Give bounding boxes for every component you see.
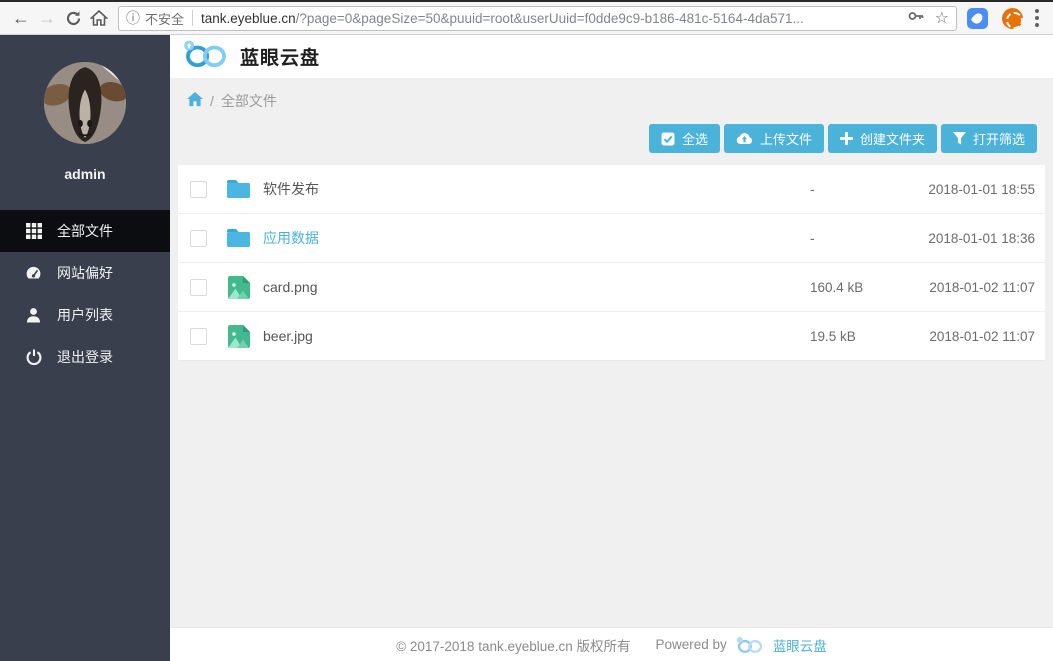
- file-name[interactable]: 软件发布: [263, 179, 810, 199]
- grid-icon: [25, 223, 42, 239]
- button-label: 创建文件夹: [860, 129, 925, 148]
- breadcrumb: / 全部文件: [170, 78, 1053, 111]
- security-label[interactable]: 不安全: [145, 9, 184, 28]
- dashboard-icon: [25, 265, 42, 282]
- reload-icon[interactable]: [60, 5, 86, 31]
- url-path: /?page=0&pageSize=50&puuid=root&userUuid…: [296, 11, 804, 26]
- file-size: -: [810, 231, 910, 246]
- plus-icon: [840, 132, 853, 145]
- sidebar-item-label: 用户列表: [57, 305, 113, 325]
- file-date: 2018-01-02 11:07: [910, 280, 1035, 295]
- home-icon[interactable]: [86, 5, 112, 31]
- user-icon: [25, 307, 42, 323]
- extension-blue-icon[interactable]: [967, 8, 988, 29]
- avatar[interactable]: [44, 62, 126, 144]
- info-icon[interactable]: ⓘ: [126, 8, 140, 28]
- sidebar-item-logout[interactable]: 退出登录: [0, 336, 170, 378]
- file-size: -: [810, 182, 910, 197]
- back-icon[interactable]: ←: [8, 5, 34, 31]
- copyright-text: © 2017-2018 tank.eyeblue.cn 版权所有: [396, 635, 630, 655]
- url-domain: tank.eyeblue.cn: [201, 11, 296, 26]
- file-name[interactable]: beer.jpg: [263, 328, 810, 344]
- button-label: 全选: [682, 129, 708, 148]
- file-row[interactable]: 软件发布 - 2018-01-01 18:55: [178, 165, 1045, 214]
- home-breadcrumb-icon[interactable]: [187, 92, 203, 110]
- app-header: 蓝眼云盘: [170, 35, 1053, 78]
- cloud-upload-icon: [736, 132, 753, 145]
- key-icon[interactable]: [907, 7, 925, 30]
- file-size: 160.4 kB: [810, 280, 910, 295]
- button-label: 上传文件: [760, 129, 812, 148]
- browser-toolbar: ← → ⓘ 不安全 tank.eyeblue.cn/?page=0&pageSi…: [0, 2, 1053, 35]
- file-name[interactable]: card.png: [263, 279, 810, 295]
- file-date: 2018-01-01 18:36: [910, 231, 1035, 246]
- url-text[interactable]: tank.eyeblue.cn/?page=0&pageSize=50&puui…: [201, 11, 901, 26]
- file-name[interactable]: 应用数据: [263, 228, 810, 248]
- action-toolbar: 全选 上传文件 创建文件夹 打开筛选: [170, 111, 1053, 153]
- bookmark-star-icon[interactable]: ☆: [935, 8, 949, 28]
- row-checkbox[interactable]: [190, 181, 207, 198]
- file-list: 软件发布 - 2018-01-01 18:55 应用数据 - 2018-01-0…: [178, 165, 1045, 361]
- breadcrumb-separator: /: [210, 93, 214, 109]
- button-label: 打开筛选: [973, 129, 1025, 148]
- sidebar-item-user-list[interactable]: 用户列表: [0, 294, 170, 336]
- open-filter-button[interactable]: 打开筛选: [941, 124, 1037, 153]
- extension-orange-icon[interactable]: [1002, 8, 1023, 29]
- folder-icon: [226, 228, 251, 248]
- row-checkbox[interactable]: [190, 230, 207, 247]
- footer-brand-link[interactable]: 蓝眼云盘: [773, 635, 827, 655]
- main-content: 蓝眼云盘 / 全部文件 全选 上传文件: [170, 35, 1053, 661]
- page-footer: © 2017-2018 tank.eyeblue.cn 版权所有 Powered…: [170, 627, 1053, 661]
- sidebar-item-label: 退出登录: [57, 347, 113, 367]
- create-folder-button[interactable]: 创建文件夹: [828, 124, 937, 153]
- powered-by-text: Powered by: [656, 637, 727, 652]
- file-size: 19.5 kB: [810, 329, 910, 344]
- file-row[interactable]: card.png 160.4 kB 2018-01-02 11:07: [178, 263, 1045, 312]
- file-date: 2018-01-01 18:55: [910, 182, 1035, 197]
- sidebar-item-site-preferences[interactable]: 网站偏好: [0, 252, 170, 294]
- file-date: 2018-01-02 11:07: [910, 329, 1035, 344]
- footer-logo: [736, 636, 764, 654]
- app-window: admin 全部文件 网站偏好 用户列表: [0, 35, 1053, 661]
- sidebar-menu: 全部文件 网站偏好 用户列表 退出登录: [0, 210, 170, 378]
- power-icon: [25, 349, 42, 365]
- sidebar: admin 全部文件 网站偏好 用户列表: [0, 35, 170, 661]
- row-checkbox[interactable]: [190, 328, 207, 345]
- address-divider: [192, 10, 193, 26]
- file-row[interactable]: beer.jpg 19.5 kB 2018-01-02 11:07: [178, 312, 1045, 361]
- file-row[interactable]: 应用数据 - 2018-01-01 18:36: [178, 214, 1045, 263]
- row-checkbox[interactable]: [190, 279, 207, 296]
- app-logo: [183, 39, 229, 74]
- filter-icon: [953, 132, 966, 145]
- sidebar-item-label: 网站偏好: [57, 263, 113, 283]
- sidebar-item-label: 全部文件: [57, 221, 113, 241]
- upload-file-button[interactable]: 上传文件: [724, 124, 824, 153]
- image-file-icon: [226, 276, 251, 299]
- sidebar-username: admin: [0, 166, 170, 182]
- breadcrumb-current: 全部文件: [221, 91, 277, 111]
- browser-menu-icon[interactable]: [1029, 5, 1045, 31]
- select-all-button[interactable]: 全选: [649, 124, 720, 153]
- address-bar[interactable]: ⓘ 不安全 tank.eyeblue.cn/?page=0&pageSize=5…: [118, 6, 957, 31]
- app-title: 蓝眼云盘: [240, 43, 320, 70]
- forward-icon[interactable]: →: [34, 5, 60, 31]
- image-file-icon: [226, 325, 251, 348]
- sidebar-item-all-files[interactable]: 全部文件: [0, 210, 170, 252]
- checkbox-icon: [661, 132, 675, 146]
- folder-icon: [226, 179, 251, 199]
